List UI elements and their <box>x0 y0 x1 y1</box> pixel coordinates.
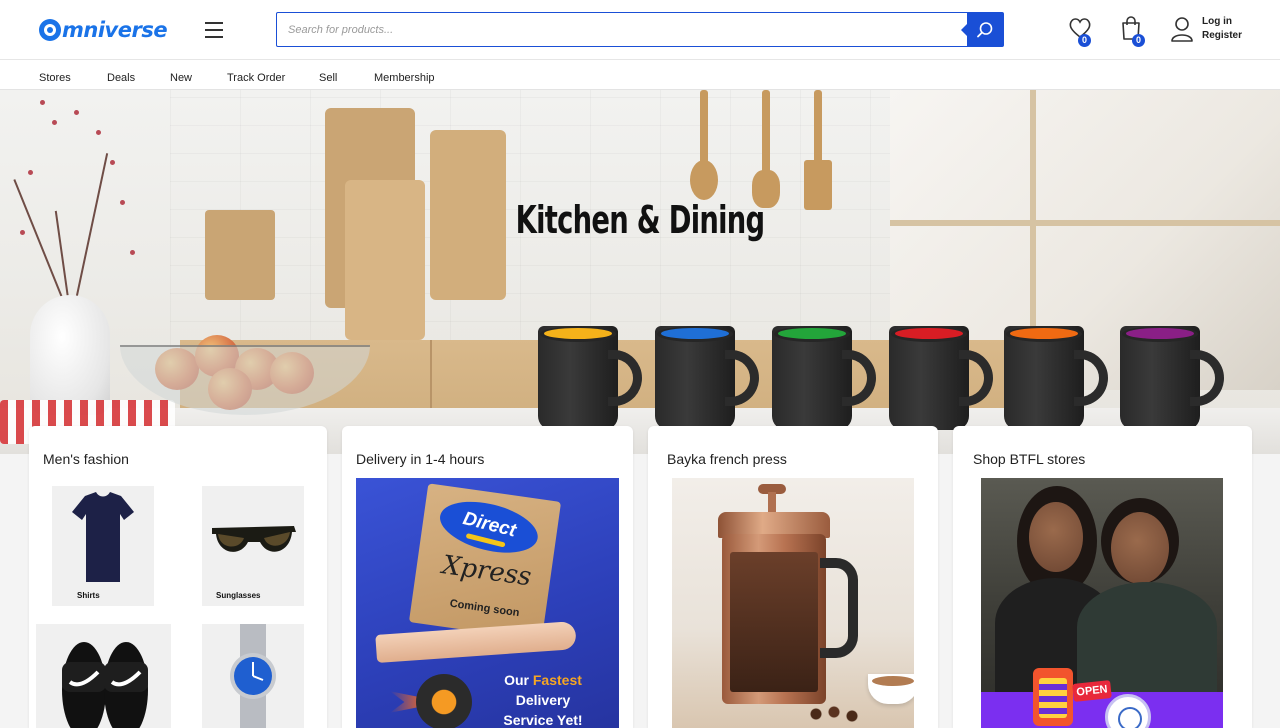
search-bar <box>276 12 1004 47</box>
coffee-beans <box>804 704 864 724</box>
coffee-cup <box>868 674 914 704</box>
cart-count-badge: 0 <box>1132 34 1145 47</box>
card-title[interactable]: Delivery in 1-4 hours <box>356 451 484 467</box>
spoon <box>690 160 718 200</box>
mens-fashion-card: Men's fashion Shirts Sunglasses <box>29 426 327 728</box>
logo-mark-icon <box>39 19 61 41</box>
slides-tile[interactable] <box>36 624 171 728</box>
slides-icon <box>62 642 148 728</box>
hand <box>375 621 577 663</box>
search-button[interactable] <box>961 13 1003 46</box>
omniverse-logo[interactable]: mniverse <box>39 16 168 44</box>
nav-item-sell[interactable]: Sell <box>319 72 337 84</box>
xpress-script: Xpress <box>440 550 534 593</box>
hero-banner[interactable]: Kitchen & Dining <box>0 90 1280 454</box>
flower-vase <box>30 295 110 415</box>
mug <box>538 326 642 430</box>
delivery-box: Direct Xpress Coming soon <box>408 483 562 641</box>
nav-item-stores[interactable]: Stores <box>39 72 71 84</box>
user-icon <box>1171 17 1193 42</box>
sunglasses-tile[interactable]: Sunglasses <box>202 486 304 606</box>
site-header: mniverse 0 0 Log in Reg <box>0 0 1280 60</box>
btfl-stores-card: Shop BTFL stores OPEN <box>953 426 1252 728</box>
wheel-icon <box>416 674 472 728</box>
logo-text: mniverse <box>62 18 168 42</box>
card-title[interactable]: Shop BTFL stores <box>973 451 1085 467</box>
login-link[interactable]: Log in <box>1202 15 1242 29</box>
nav-item-track-order[interactable]: Track Order <box>227 72 285 84</box>
tshirt-icon <box>72 492 134 582</box>
mug <box>1004 326 1108 430</box>
wishlist-button[interactable]: 0 <box>1067 15 1093 47</box>
watch-icon <box>230 624 276 728</box>
delivery-card: Delivery in 1-4 hours Direct Xpress Comi… <box>342 426 633 728</box>
mug <box>889 326 993 430</box>
promo-text: Our Fastest Delivery Service Yet! <box>503 672 583 728</box>
watch-tile[interactable] <box>202 624 304 728</box>
french-press-card: Bayka french press <box>648 426 938 728</box>
wishlist-count-badge: 0 <box>1078 34 1091 47</box>
search-icon <box>977 22 993 38</box>
mug <box>655 326 759 430</box>
card-title[interactable]: Men's fashion <box>43 451 129 467</box>
hero-title: Kitchen & Dining <box>515 198 766 242</box>
tile-label: Sunglasses <box>216 591 261 600</box>
btfl-stores-image[interactable]: OPEN <box>981 478 1223 728</box>
main-nav: Stores Deals New Track Order Sell Member… <box>0 60 1280 90</box>
account-link[interactable]: Log in Register <box>1170 15 1242 43</box>
direct-xpress-banner[interactable]: Direct Xpress Coming soon Our Fastest De… <box>356 478 619 728</box>
menu-icon[interactable] <box>205 22 223 38</box>
search-input[interactable] <box>277 13 967 46</box>
mug <box>772 326 876 430</box>
shirts-tile[interactable]: Shirts <box>52 486 154 606</box>
coming-soon-text: Coming soon <box>448 597 521 620</box>
sunglasses-icon <box>212 526 296 552</box>
nav-item-membership[interactable]: Membership <box>374 72 435 84</box>
mug <box>1120 326 1224 430</box>
cart-button[interactable]: 0 <box>1118 14 1145 47</box>
shop-icon <box>1033 668 1073 726</box>
nav-item-deals[interactable]: Deals <box>107 72 135 84</box>
nav-item-new[interactable]: New <box>170 72 192 84</box>
french-press-image[interactable] <box>672 478 914 728</box>
card-title[interactable]: Bayka french press <box>667 451 787 467</box>
register-link[interactable]: Register <box>1202 29 1242 43</box>
tile-label: Shirts <box>77 591 100 600</box>
